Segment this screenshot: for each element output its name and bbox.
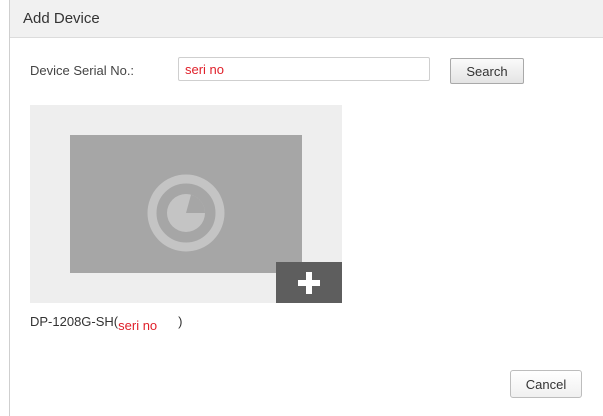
serial-number-input[interactable]	[178, 57, 430, 81]
device-model-label: DP-1208G-SH(seri no)	[30, 314, 183, 333]
camera-lens-icon	[147, 174, 225, 252]
serial-number-label: Device Serial No.:	[30, 63, 135, 78]
device-model-close-paren: )	[178, 314, 183, 329]
device-model-name: DP-1208G-SH(	[30, 314, 119, 329]
dialog-titlebar: Add Device	[10, 0, 603, 38]
add-device-dialog: Add Device Device Serial No.: Search DP-…	[9, 0, 603, 416]
cancel-button[interactable]: Cancel	[510, 370, 582, 398]
device-serial-value: seri no	[118, 318, 158, 333]
device-result-card[interactable]	[30, 105, 342, 303]
dialog-title: Add Device	[23, 10, 100, 27]
add-device-button[interactable]	[276, 262, 342, 303]
search-button[interactable]: Search	[450, 58, 524, 84]
plus-icon	[298, 272, 320, 294]
device-thumbnail	[70, 135, 302, 273]
